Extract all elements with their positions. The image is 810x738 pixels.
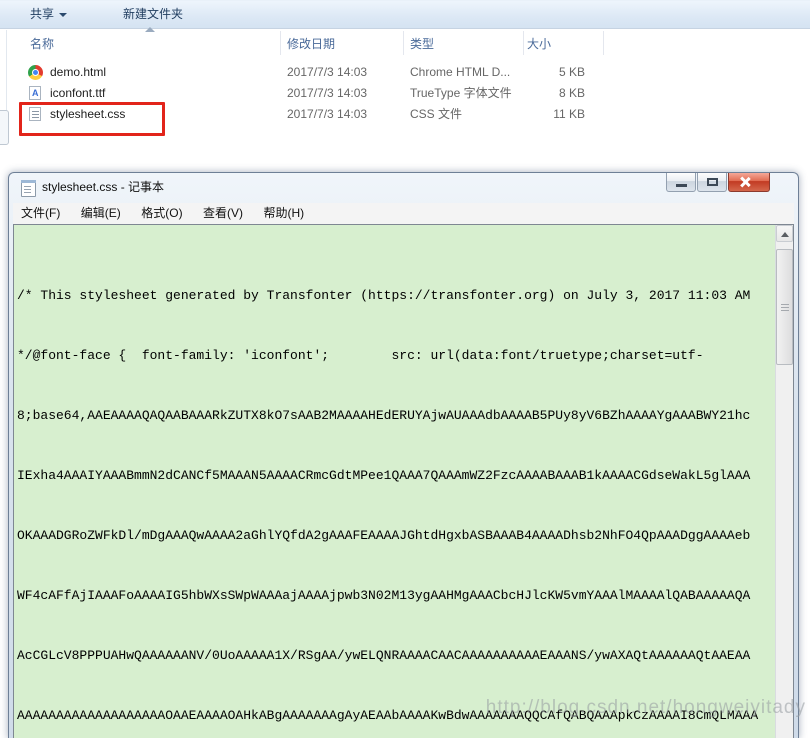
minimize-button[interactable] (666, 173, 696, 192)
file-size: 8 KB (558, 86, 585, 100)
close-button[interactable] (728, 173, 770, 192)
notepad-window: stylesheet.css - 记事本 文件(F) 编辑(E) 格式(O) 查… (8, 172, 799, 738)
menu-item[interactable]: 编辑(E) (73, 203, 129, 224)
vertical-scrollbar[interactable] (775, 225, 793, 738)
file-row[interactable]: iconfont.ttf 2017/7/3 14:03 TrueType 字体文… (0, 83, 810, 104)
file-date-modified: 2017/7/3 14:03 (287, 86, 368, 100)
column-header-name[interactable]: 名称 (30, 33, 54, 55)
menu-item[interactable]: 格式(O) (133, 203, 190, 224)
text-line: /* This stylesheet generated by Transfon… (17, 288, 751, 303)
minimize-icon (676, 184, 687, 187)
menu-item[interactable]: 文件(F) (13, 203, 68, 224)
window-title: stylesheet.css - 记事本 (42, 180, 165, 194)
annotation-red-box (19, 102, 165, 136)
menu-item[interactable]: 查看(V) (195, 203, 251, 224)
file-name[interactable]: demo.html (50, 62, 106, 83)
text-line: AAAAAAAAAAAAAAAAAAAOAAEAAAAOAHkABgAAAAAA… (17, 708, 759, 723)
column-separator[interactable] (523, 31, 524, 55)
notepad-text-area[interactable]: /* This stylesheet generated by Transfon… (13, 224, 794, 738)
file-type: Chrome HTML D... (410, 65, 511, 79)
notepad-menubar: 文件(F) 编辑(E) 格式(O) 查看(V) 帮助(H) (13, 203, 794, 225)
new-folder-button[interactable]: 新建文件夹 (115, 1, 191, 27)
column-separator[interactable] (280, 31, 281, 55)
column-header-type[interactable]: 类型 (410, 33, 434, 55)
file-date-modified: 2017/7/3 14:03 (287, 107, 368, 121)
column-separator[interactable] (403, 31, 404, 55)
notepad-content: /* This stylesheet generated by Transfon… (17, 228, 773, 738)
scroll-up-arrow[interactable] (776, 225, 793, 242)
maximize-icon (707, 178, 718, 186)
file-date-modified: 2017/7/3 14:03 (287, 65, 368, 79)
scrollbar-thumb[interactable] (776, 249, 793, 365)
explorer-command-bar: 共享 新建文件夹 (0, 0, 810, 29)
share-button-label: 共享 (30, 7, 55, 21)
file-row[interactable]: demo.html 2017/7/3 14:03 Chrome HTML D..… (0, 62, 810, 83)
text-line: 8;base64,AAEAAAAQAQAABAAARkZUTX8kO7sAAB2… (17, 408, 751, 423)
text-line: IExha4AAAIYAAABmmN2dCANCf5MAAAN5AAAACRmc… (17, 468, 751, 483)
maximize-button[interactable] (697, 173, 727, 192)
file-size: 11 KB (553, 107, 585, 121)
file-size: 5 KB (558, 65, 585, 79)
screenshot-root: 共享 新建文件夹 名称 修改日期 类型 大小 demo.html 2017/7/… (0, 0, 810, 738)
sort-ascending-icon (145, 27, 155, 32)
chevron-down-icon (59, 13, 68, 17)
notepad-icon (21, 180, 36, 197)
text-line: AcCGLcV8PPPUAHwQAAAAAANV/0UoAAAAA1X/RSgA… (17, 648, 751, 663)
text-line: OKAAADGRoZWFkDl/mDgAAAQwAAAA2aGhlYQfdA2g… (17, 528, 751, 543)
file-type: TrueType 字体文件 (410, 86, 512, 100)
file-type-icon (28, 65, 43, 80)
text-line: WF4cAFfAjIAAAFoAAAAIG5hbWXsSWpWAAAajAAAA… (17, 588, 751, 603)
text-line: */@font-face { font-family: 'iconfont'; … (17, 348, 704, 363)
menu-item[interactable]: 帮助(H) (255, 203, 312, 224)
column-header-date[interactable]: 修改日期 (287, 33, 335, 55)
column-separator[interactable] (603, 31, 604, 55)
file-type: CSS 文件 (410, 107, 463, 121)
file-type-icon (29, 86, 41, 100)
share-button[interactable]: 共享 (22, 1, 75, 27)
notepad-titlebar[interactable]: stylesheet.css - 记事本 (9, 173, 798, 202)
column-header-size[interactable]: 大小 (527, 33, 551, 55)
file-name[interactable]: iconfont.ttf (50, 83, 105, 104)
window-controls (665, 173, 770, 192)
